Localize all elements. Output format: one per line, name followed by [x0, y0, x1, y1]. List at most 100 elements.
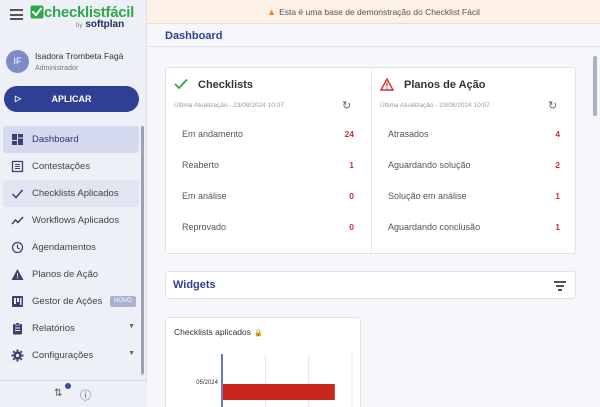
sidebar-item-label: Gestor de Ações: [32, 296, 103, 307]
clipboard-icon: [13, 322, 22, 335]
play-icon: ▷: [15, 94, 22, 103]
stat-value: 1: [349, 160, 354, 170]
stat-value: 0: [349, 222, 354, 232]
demo-banner: ▲ Esta é uma base de demonstração do Chec…: [147, 0, 600, 24]
checklists-title: Checklists: [198, 79, 254, 91]
stat-label: Solução em análise: [388, 191, 467, 201]
sidebar-item-configuracoes[interactable]: Configurações ▼: [3, 342, 139, 369]
sidebar-item-label: Relatórios: [32, 323, 75, 334]
chart-title: Checklists aplicados 🔒: [174, 327, 263, 337]
stat-value: 1: [555, 222, 560, 232]
app-root: checklistfácil by softplan IF Isadora Tro…: [0, 0, 600, 407]
stat-value: 2: [555, 160, 560, 170]
chart-title-text: Checklists aplicados: [174, 327, 252, 337]
sidebar-item-dashboard[interactable]: Dashboard: [3, 126, 139, 153]
stat-label: Atrasados: [388, 129, 429, 139]
stat-row[interactable]: Em andamento 24: [182, 129, 354, 143]
chart-category-label: 05/2024: [196, 380, 218, 386]
stat-label: Reaberto: [182, 160, 220, 170]
sidebar: checklistfácil by softplan IF Isadora Tro…: [0, 0, 147, 407]
sidebar-nav: Dashboard Contestações Checklists Aplica…: [0, 126, 140, 369]
sidebar-item-label: Workflows Aplicados: [32, 215, 119, 226]
brand-company: softplan: [85, 19, 125, 30]
sidebar-item-gestor-de-acoes[interactable]: Gestor de Ações NOVO: [3, 288, 139, 315]
stat-label: Em análise: [182, 191, 227, 201]
action-plans-title: Planos de Ação: [404, 79, 486, 91]
brand-sub: by softplan: [76, 19, 124, 30]
logo-check-icon: [30, 5, 44, 19]
user-profile[interactable]: IF Isadora Trombeta Fagá Administrador: [0, 48, 147, 78]
stat-value: 24: [344, 129, 354, 139]
widgets-bar: Widgets: [165, 271, 576, 299]
warning-icon: [11, 269, 24, 280]
clock-icon: [11, 241, 24, 254]
user-name: Isadora Trombeta Fagá: [35, 51, 124, 61]
stat-row[interactable]: Solução em análise 1: [388, 191, 560, 205]
action-plans-updated: Última Atualização - 23/08/2024 10:07: [380, 102, 490, 109]
stat-value: 0: [349, 191, 354, 201]
summary-card: Checklists Última Atualização - 23/08/20…: [165, 67, 576, 254]
board-icon: [12, 296, 23, 307]
sidebar-header: checklistfácil by softplan: [0, 0, 147, 30]
banner-text: Esta é uma base de demonstração do Check…: [279, 7, 480, 17]
notification-dot: [65, 383, 71, 389]
checklists-updated: Última Atualização - 23/08/2024 10:07: [174, 102, 284, 109]
stat-label: Aguardando conclusão: [388, 222, 481, 232]
main-content: ▲ Esta é uma base de demonstração do Chec…: [147, 0, 600, 407]
dashboard-icon: [12, 134, 23, 145]
menu-icon[interactable]: [10, 9, 23, 20]
filter-icon[interactable]: [554, 281, 566, 291]
sidebar-item-label: Configurações: [32, 350, 94, 361]
stat-row[interactable]: Reaberto 1: [182, 160, 354, 174]
user-role: Administrador: [35, 65, 79, 72]
stat-row[interactable]: Atrasados 4: [388, 129, 560, 143]
chevron-down-icon: ▼: [128, 323, 135, 330]
lock-icon: 🔒: [254, 330, 263, 337]
refresh-icon[interactable]: ↻: [342, 99, 351, 112]
sidebar-item-label: Agendamentos: [32, 242, 96, 253]
stat-row[interactable]: Aguardando solução 2: [388, 160, 560, 174]
sidebar-item-label: Checklists Aplicados: [32, 188, 119, 199]
bar-chart: 05/2024: [196, 354, 353, 407]
sidebar-item-agendamentos[interactable]: Agendamentos: [3, 234, 139, 261]
sort-icon[interactable]: ⇅: [54, 388, 62, 399]
stat-row[interactable]: Em análise 0: [182, 191, 354, 205]
sidebar-item-planos-de-acao[interactable]: Planos de Ação: [3, 261, 139, 288]
warning-icon: ▲: [267, 7, 277, 17]
page-title: Dashboard: [165, 30, 223, 42]
sidebar-item-workflows-aplicados[interactable]: Workflows Aplicados: [3, 207, 139, 234]
warning-icon: [380, 78, 394, 91]
chart-bar[interactable]: [223, 384, 335, 400]
chevron-down-icon: ▼: [128, 350, 135, 357]
action-plans-panel: Planos de Ação Última Atualização - 23/0…: [371, 68, 575, 253]
brand-by: by: [76, 23, 83, 29]
sidebar-item-label: Dashboard: [32, 134, 79, 145]
check-icon: [174, 78, 188, 90]
main-scrollbar[interactable]: [593, 56, 597, 116]
avatar: IF: [6, 50, 29, 73]
brand-logo: checklistfácil by softplan: [30, 4, 142, 30]
sidebar-item-relatorios[interactable]: Relatórios ▼: [3, 315, 139, 342]
sidebar-item-label: Contestações: [32, 161, 91, 172]
new-badge: NOVO: [110, 296, 136, 307]
stat-row[interactable]: Reprovado 0: [182, 222, 354, 236]
stat-value: 1: [555, 191, 560, 201]
widgets-title: Widgets: [173, 279, 216, 291]
stat-label: Em andamento: [182, 129, 244, 139]
check-icon: [11, 189, 24, 199]
divider: [147, 46, 600, 47]
sidebar-footer: ⇅ ⓘ: [0, 380, 147, 407]
stat-label: Aguardando solução: [388, 160, 471, 170]
trend-icon: [11, 216, 24, 225]
sidebar-item-checklists-aplicados[interactable]: Checklists Aplicados: [3, 180, 139, 207]
apply-button-label: APLICAR: [51, 94, 92, 104]
apply-button[interactable]: ▷ APLICAR: [4, 86, 139, 112]
list-icon: [11, 160, 24, 173]
stat-label: Reprovado: [182, 222, 227, 232]
stat-row[interactable]: Aguardando conclusão 1: [388, 222, 560, 236]
help-icon[interactable]: ⓘ: [80, 387, 91, 403]
sidebar-item-contestacoes[interactable]: Contestações: [3, 153, 139, 180]
refresh-icon[interactable]: ↻: [548, 99, 557, 112]
sidebar-scrollbar-thumb[interactable]: [141, 126, 144, 374]
sidebar-item-label: Planos de Ação: [32, 269, 99, 280]
